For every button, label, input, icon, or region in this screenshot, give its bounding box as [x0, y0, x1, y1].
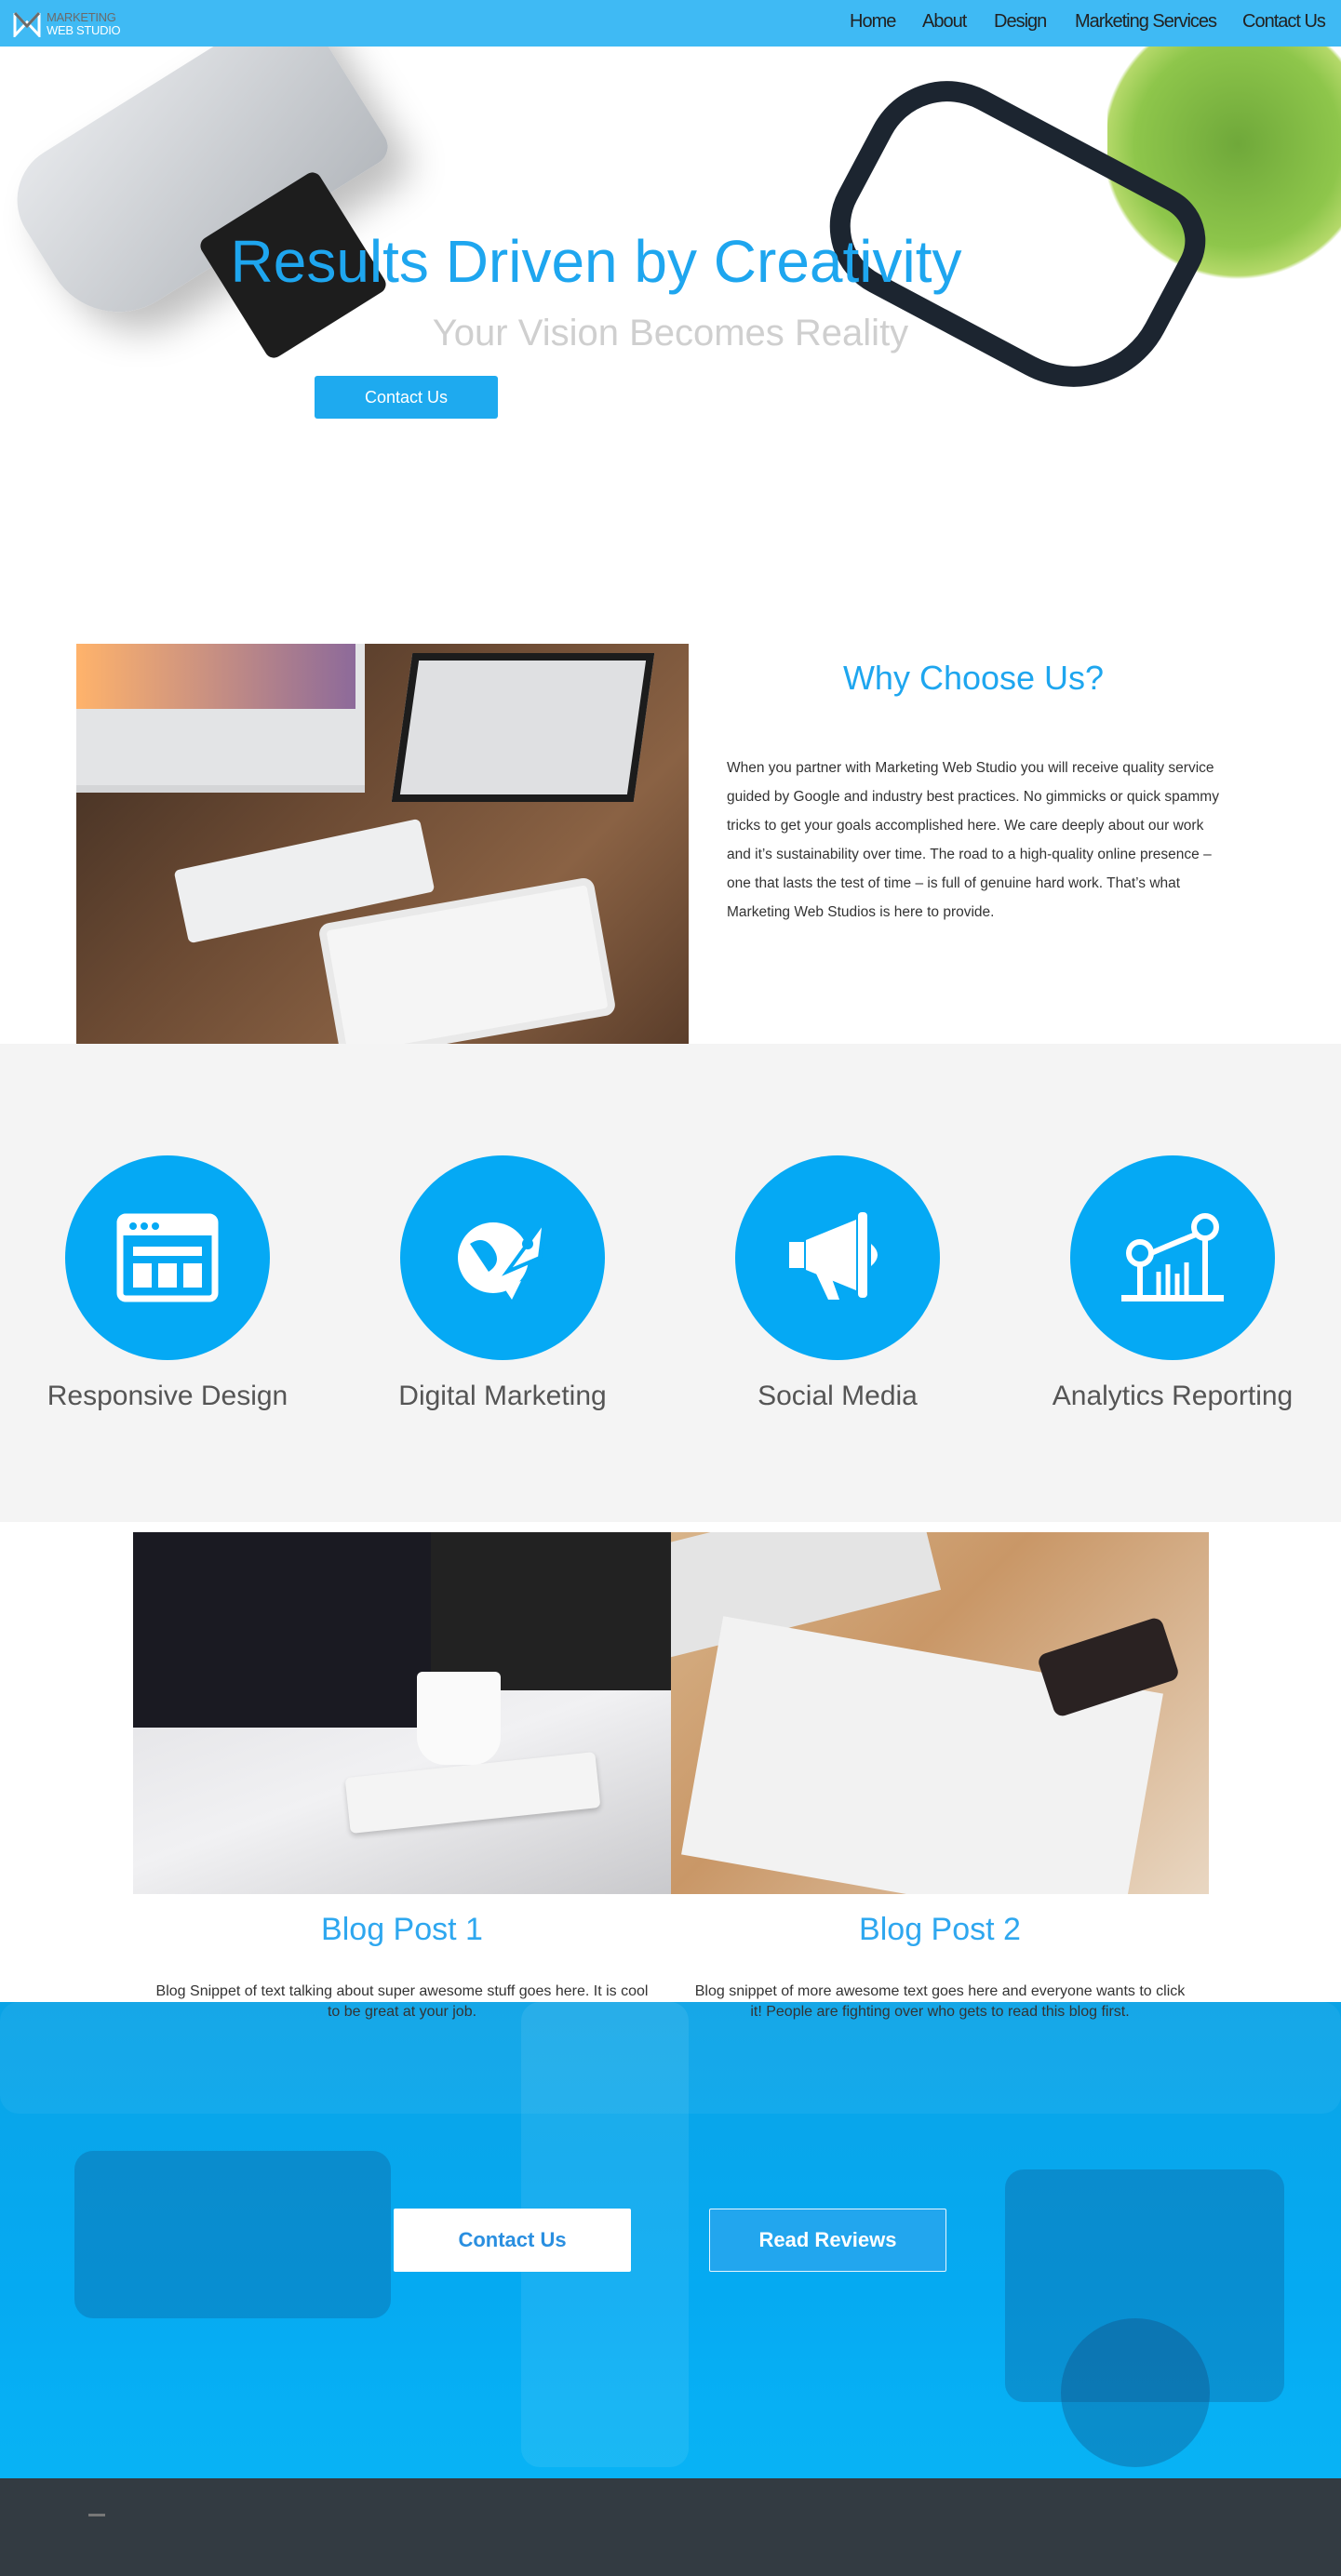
blog-post-2-title[interactable]: Blog Post 2 [671, 1912, 1209, 1948]
nav-contact-us[interactable]: Contact Us [1242, 11, 1326, 33]
imac-image [76, 644, 365, 793]
hero-title: Results Driven by Creativity [230, 228, 962, 295]
nav-about[interactable]: About [922, 11, 967, 33]
service-digital-marketing[interactable]: Digital Marketing [363, 1155, 642, 1412]
service-label: Analytics Reporting [1052, 1381, 1294, 1411]
service-responsive-design[interactable]: Responsive Design [28, 1155, 307, 1412]
nav-home[interactable]: Home [850, 11, 896, 33]
nav-marketing-services[interactable]: Marketing Services [1075, 11, 1217, 33]
services-section: Responsive Design Digital Marketing Soci… [0, 1044, 1341, 1522]
hero-subtitle: Your Vision Becomes Reality [432, 313, 909, 354]
service-label: Social Media [758, 1381, 918, 1411]
megaphone-icon [789, 1212, 878, 1300]
browser-layout-icon [116, 1213, 219, 1302]
service-label: Digital Marketing [398, 1381, 607, 1411]
workspace-image [76, 644, 689, 1049]
service-analytics-reporting[interactable]: Analytics Reporting [1033, 1155, 1312, 1412]
service-label: Responsive Design [47, 1381, 288, 1411]
read-reviews-button[interactable]: Read Reviews [709, 2209, 946, 2272]
service-social-media[interactable]: Social Media [698, 1155, 977, 1412]
globe-rocket-icon [458, 1219, 546, 1300]
top-navbar: MARKETING WEB STUDIO Home About Design M… [0, 0, 1341, 47]
blog-post-2-image[interactable] [671, 1532, 1209, 1894]
why-choose-us-heading: Why Choose Us? [842, 659, 1105, 697]
logo[interactable]: MARKETING WEB STUDIO [13, 10, 121, 37]
logo-line2: WEB STUDIO [47, 23, 121, 37]
hero-contact-button[interactable]: Contact Us [315, 376, 498, 419]
cta-section [0, 2002, 1341, 2478]
logo-mark-icon [13, 11, 41, 37]
analytics-chart-icon [1121, 1213, 1224, 1301]
blog-post-2-snippet: Blog snippet of more awesome text goes h… [694, 1983, 1186, 2020]
footer-mark [88, 2514, 105, 2516]
blog-post-1-title[interactable]: Blog Post 1 [133, 1912, 671, 1948]
footer [0, 2478, 1341, 2576]
nav-design[interactable]: Design [994, 11, 1047, 33]
blog-post-1-image[interactable] [133, 1532, 671, 1894]
blog-post-1-snippet: Blog Snippet of text talking about super… [155, 1983, 649, 2020]
cta-contact-button[interactable]: Contact Us [394, 2209, 631, 2272]
logo-line1: MARKETING [47, 10, 116, 24]
laptop-image [391, 653, 655, 802]
why-choose-us-text: When you partner with Marketing Web Stud… [727, 760, 1219, 920]
